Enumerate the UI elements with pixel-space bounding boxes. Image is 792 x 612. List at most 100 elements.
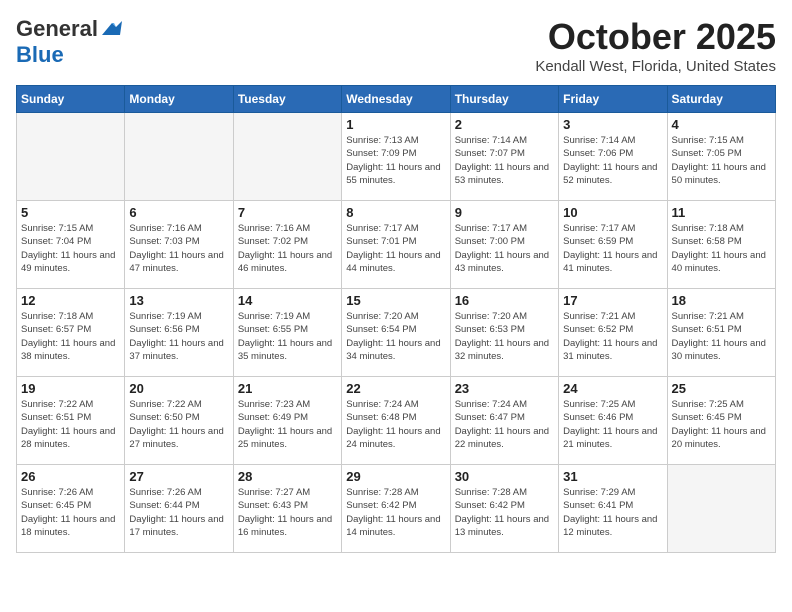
calendar-day-cell: 9 Sunrise: 7:17 AMSunset: 7:00 PMDaylight… — [450, 201, 558, 289]
day-info: Sunrise: 7:18 AMSunset: 6:57 PMDaylight:… — [21, 310, 120, 363]
day-info: Sunrise: 7:20 AMSunset: 6:54 PMDaylight:… — [346, 310, 445, 363]
day-number: 22 — [346, 381, 445, 396]
calendar-header-wednesday: Wednesday — [342, 86, 450, 113]
calendar-day-cell: 26Sunrise: 7:26 AMSunset: 6:45 PMDayligh… — [17, 465, 125, 553]
calendar-day-cell: 31 Sunrise: 7:29 AMSunset: 6:41 PMDayligh… — [559, 465, 667, 553]
day-info: Sunrise: 7:15 AMSunset: 7:04 PMDaylight:… — [21, 222, 120, 275]
day-info: Sunrise: 7:17 AMSunset: 7:01 PMDaylight:… — [346, 222, 445, 275]
day-info: Sunrise: 7:24 AMSunset: 6:47 PMDaylight:… — [455, 398, 554, 451]
calendar-day-cell: 24Sunrise: 7:25 AMSunset: 6:46 PMDayligh… — [559, 377, 667, 465]
day-number: 3 — [563, 117, 662, 132]
calendar-header-monday: Monday — [125, 86, 233, 113]
day-number: 19 — [21, 381, 120, 396]
day-number: 23 — [455, 381, 554, 396]
calendar-day-cell: 6Sunrise: 7:16 AMSunset: 7:03 PMDaylight… — [125, 201, 233, 289]
day-info: Sunrise: 7:25 AMSunset: 6:45 PMDaylight:… — [672, 398, 771, 451]
day-info: Sunrise: 7:19 AMSunset: 6:56 PMDaylight:… — [129, 310, 228, 363]
day-number: 2 — [455, 117, 554, 132]
day-info: Sunrise: 7:26 AMSunset: 6:45 PMDaylight:… — [21, 486, 120, 539]
calendar-day-cell — [17, 113, 125, 201]
day-number: 29 — [346, 469, 445, 484]
day-info: Sunrise: 7:13 AMSunset: 7:09 PMDaylight:… — [346, 134, 445, 187]
calendar-day-cell: 23 Sunrise: 7:24 AMSunset: 6:47 PMDayligh… — [450, 377, 558, 465]
calendar-day-cell: 17 Sunrise: 7:21 AMSunset: 6:52 PMDayligh… — [559, 289, 667, 377]
day-number: 12 — [21, 293, 120, 308]
day-info: Sunrise: 7:15 AMSunset: 7:05 PMDaylight:… — [672, 134, 771, 187]
day-info: Sunrise: 7:22 AMSunset: 6:51 PMDaylight:… — [21, 398, 120, 451]
day-info: Sunrise: 7:14 AMSunset: 7:07 PMDaylight:… — [455, 134, 554, 187]
day-number: 5 — [21, 205, 120, 220]
calendar-day-cell — [667, 465, 775, 553]
calendar-week-row: 26Sunrise: 7:26 AMSunset: 6:45 PMDayligh… — [17, 465, 776, 553]
day-info: Sunrise: 7:28 AMSunset: 6:42 PMDaylight:… — [455, 486, 554, 539]
calendar-week-row: 5 Sunrise: 7:15 AMSunset: 7:04 PMDaylight… — [17, 201, 776, 289]
day-number: 14 — [238, 293, 337, 308]
logo-general: General — [16, 16, 98, 42]
day-info: Sunrise: 7:17 AMSunset: 7:00 PMDaylight:… — [455, 222, 554, 275]
day-number: 4 — [672, 117, 771, 132]
calendar-day-cell: 14 Sunrise: 7:19 AMSunset: 6:55 PMDayligh… — [233, 289, 341, 377]
calendar-day-cell: 22 Sunrise: 7:24 AMSunset: 6:48 PMDayligh… — [342, 377, 450, 465]
day-info: Sunrise: 7:28 AMSunset: 6:42 PMDaylight:… — [346, 486, 445, 539]
day-info: Sunrise: 7:19 AMSunset: 6:55 PMDaylight:… — [238, 310, 337, 363]
calendar-header-saturday: Saturday — [667, 86, 775, 113]
day-number: 7 — [238, 205, 337, 220]
calendar-header-thursday: Thursday — [450, 86, 558, 113]
day-number: 15 — [346, 293, 445, 308]
calendar-day-cell — [125, 113, 233, 201]
day-info: Sunrise: 7:21 AMSunset: 6:51 PMDaylight:… — [672, 310, 771, 363]
calendar-day-cell: 16Sunrise: 7:20 AMSunset: 6:53 PMDayligh… — [450, 289, 558, 377]
calendar-day-cell: 20 Sunrise: 7:22 AMSunset: 6:50 PMDayligh… — [125, 377, 233, 465]
calendar-header-friday: Friday — [559, 86, 667, 113]
day-number: 8 — [346, 205, 445, 220]
day-number: 18 — [672, 293, 771, 308]
day-number: 17 — [563, 293, 662, 308]
calendar-day-cell: 7 Sunrise: 7:16 AMSunset: 7:02 PMDaylight… — [233, 201, 341, 289]
day-number: 13 — [129, 293, 228, 308]
day-number: 11 — [672, 205, 771, 220]
day-number: 25 — [672, 381, 771, 396]
day-number: 10 — [563, 205, 662, 220]
calendar-day-cell: 1 Sunrise: 7:13 AMSunset: 7:09 PMDaylight… — [342, 113, 450, 201]
location: Kendall West, Florida, United States — [535, 58, 776, 75]
logo-blue: Blue — [16, 42, 64, 68]
day-info: Sunrise: 7:18 AMSunset: 6:58 PMDaylight:… — [672, 222, 771, 275]
calendar-day-cell — [233, 113, 341, 201]
calendar-day-cell: 18 Sunrise: 7:21 AMSunset: 6:51 PMDayligh… — [667, 289, 775, 377]
day-info: Sunrise: 7:24 AMSunset: 6:48 PMDaylight:… — [346, 398, 445, 451]
day-number: 9 — [455, 205, 554, 220]
day-number: 1 — [346, 117, 445, 132]
logo-bird-icon — [100, 17, 124, 41]
day-info: Sunrise: 7:27 AMSunset: 6:43 PMDaylight:… — [238, 486, 337, 539]
page-header: General Blue October 2025 Kendall West, … — [16, 16, 776, 75]
calendar-day-cell: 11 Sunrise: 7:18 AMSunset: 6:58 PMDayligh… — [667, 201, 775, 289]
day-number: 30 — [455, 469, 554, 484]
title-area: October 2025 Kendall West, Florida, Unit… — [535, 16, 776, 75]
day-number: 28 — [238, 469, 337, 484]
calendar-day-cell: 30 Sunrise: 7:28 AMSunset: 6:42 PMDayligh… — [450, 465, 558, 553]
day-info: Sunrise: 7:16 AMSunset: 7:02 PMDaylight:… — [238, 222, 337, 275]
calendar-header-tuesday: Tuesday — [233, 86, 341, 113]
day-number: 21 — [238, 381, 337, 396]
calendar-day-cell: 2 Sunrise: 7:14 AMSunset: 7:07 PMDaylight… — [450, 113, 558, 201]
calendar-day-cell: 27Sunrise: 7:26 AMSunset: 6:44 PMDayligh… — [125, 465, 233, 553]
calendar-day-cell: 29 Sunrise: 7:28 AMSunset: 6:42 PMDayligh… — [342, 465, 450, 553]
calendar-day-cell: 21 Sunrise: 7:23 AMSunset: 6:49 PMDayligh… — [233, 377, 341, 465]
day-info: Sunrise: 7:23 AMSunset: 6:49 PMDaylight:… — [238, 398, 337, 451]
day-info: Sunrise: 7:29 AMSunset: 6:41 PMDaylight:… — [563, 486, 662, 539]
calendar-week-row: 19 Sunrise: 7:22 AMSunset: 6:51 PMDayligh… — [17, 377, 776, 465]
calendar-header-row: SundayMondayTuesdayWednesdayThursdayFrid… — [17, 86, 776, 113]
calendar-table: SundayMondayTuesdayWednesdayThursdayFrid… — [16, 85, 776, 553]
day-info: Sunrise: 7:16 AMSunset: 7:03 PMDaylight:… — [129, 222, 228, 275]
logo: General Blue — [16, 16, 124, 68]
day-info: Sunrise: 7:14 AMSunset: 7:06 PMDaylight:… — [563, 134, 662, 187]
calendar-day-cell: 3 Sunrise: 7:14 AMSunset: 7:06 PMDaylight… — [559, 113, 667, 201]
day-number: 20 — [129, 381, 228, 396]
day-info: Sunrise: 7:25 AMSunset: 6:46 PMDaylight:… — [563, 398, 662, 451]
day-info: Sunrise: 7:22 AMSunset: 6:50 PMDaylight:… — [129, 398, 228, 451]
day-info: Sunrise: 7:17 AMSunset: 6:59 PMDaylight:… — [563, 222, 662, 275]
calendar-header-sunday: Sunday — [17, 86, 125, 113]
day-number: 31 — [563, 469, 662, 484]
calendar-day-cell: 28 Sunrise: 7:27 AMSunset: 6:43 PMDayligh… — [233, 465, 341, 553]
day-info: Sunrise: 7:21 AMSunset: 6:52 PMDaylight:… — [563, 310, 662, 363]
